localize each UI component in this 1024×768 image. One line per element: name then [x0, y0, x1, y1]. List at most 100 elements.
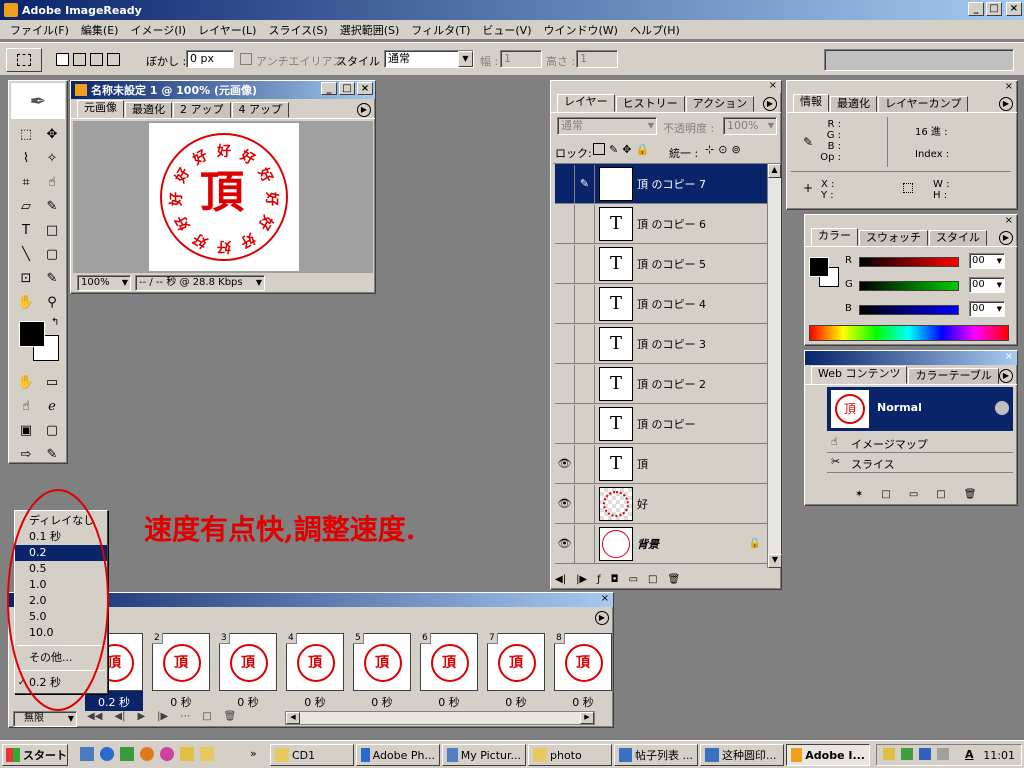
- hand-icon[interactable]: ✋: [15, 291, 37, 313]
- web-new-rollover-icon[interactable]: □: [881, 489, 890, 500]
- delete-layer-icon[interactable]: 🗑: [667, 574, 680, 585]
- layers-tab[interactable]: レイヤー: [557, 94, 615, 112]
- web-tab[interactable]: カラーテーブル: [908, 368, 999, 384]
- layer-row[interactable]: T 頂 のコピー 2: [555, 364, 767, 404]
- visibility-toggle[interactable]: [555, 204, 575, 243]
- download-status-select[interactable]: -- / -- 秒 @ 28.8 Kbps ▼: [135, 275, 265, 291]
- link-toggle[interactable]: [575, 444, 595, 483]
- rectangle-icon[interactable]: □: [41, 219, 63, 241]
- maximize-button[interactable]: □: [986, 2, 1002, 16]
- edit-in-icon[interactable]: ✎: [41, 443, 63, 465]
- prev-frame-icon[interactable]: ◀|: [555, 574, 566, 585]
- animation-menu-icon[interactable]: ▶: [595, 611, 609, 625]
- taskbar-button[interactable]: CD1: [270, 744, 354, 766]
- animation-frame[interactable]: 頂5 0 秒: [353, 633, 411, 711]
- document-tab[interactable]: 2 アップ: [173, 102, 231, 118]
- web-delete-icon[interactable]: 🗑: [964, 489, 977, 500]
- swap-colors-icon[interactable]: ↰: [51, 317, 59, 328]
- slice-select-icon[interactable]: ☝: [41, 171, 63, 193]
- move-icon[interactable]: ✥: [41, 123, 63, 145]
- document-options-icon[interactable]: ▶: [357, 103, 371, 117]
- visibility-toggle[interactable]: [555, 164, 575, 203]
- unify-icons[interactable]: ⊹ ⊙ ⊚: [705, 143, 741, 156]
- frame-delay[interactable]: 0 秒: [152, 694, 210, 710]
- info-menu-icon[interactable]: ▶: [999, 97, 1013, 111]
- new-layer-set-icon[interactable]: ▭: [629, 574, 638, 585]
- messenger-icon[interactable]: [120, 747, 134, 761]
- frame-delay[interactable]: 0 秒: [219, 694, 277, 710]
- taskbar-button[interactable]: 这种圆印...: [700, 744, 784, 766]
- rect-marquee-icon[interactable]: ⬚: [15, 123, 37, 145]
- doc-close-button[interactable]: ×: [357, 82, 373, 95]
- web-close-icon[interactable]: ×: [1005, 351, 1013, 362]
- layer-row[interactable]: T 頂 のコピー: [555, 404, 767, 444]
- frame-delay[interactable]: 0 秒: [487, 694, 545, 710]
- desktop-icon[interactable]: [80, 747, 94, 761]
- color-menu-icon[interactable]: ▶: [999, 231, 1013, 245]
- animation-frame[interactable]: 頂8 0 秒: [554, 633, 612, 711]
- menu-item[interactable]: スライス(S): [262, 22, 333, 38]
- brush-icon[interactable]: ✎: [41, 195, 63, 217]
- menu-item[interactable]: レイヤー(L): [192, 22, 262, 38]
- browser-preview-icon[interactable]: ℯ: [41, 395, 63, 417]
- layers-scrollbar[interactable]: ▲ ▼: [767, 164, 782, 568]
- blue-slider[interactable]: [859, 305, 959, 315]
- firefox-icon[interactable]: [140, 747, 154, 761]
- duplicate-frame-icon[interactable]: □: [202, 711, 211, 722]
- ime-icon[interactable]: [937, 748, 949, 760]
- layer-effects-icon[interactable]: ƒ: [597, 574, 601, 585]
- menu-item[interactable]: ファイル(F): [4, 22, 75, 38]
- brush-icon[interactable]: ✎: [575, 164, 595, 203]
- doc-maximize-button[interactable]: □: [339, 82, 355, 95]
- web-select-icon[interactable]: ✶: [855, 489, 863, 500]
- link-toggle[interactable]: [575, 364, 595, 403]
- jump-to-photoshop-icon[interactable]: ⇨: [15, 443, 37, 465]
- document-tab[interactable]: 4 アップ: [231, 102, 289, 118]
- red-slider[interactable]: [859, 257, 959, 267]
- animation-frame[interactable]: 頂6 0 秒: [420, 633, 478, 711]
- visibility-toggle[interactable]: [555, 244, 575, 283]
- eye-icon[interactable]: 👁: [555, 524, 575, 563]
- line-icon[interactable]: ╲: [15, 243, 37, 265]
- link-toggle[interactable]: [575, 484, 595, 523]
- new-layer-icon[interactable]: □: [648, 574, 657, 585]
- menu-item[interactable]: ヘルプ(H): [624, 22, 686, 38]
- menu-item[interactable]: 選択範囲(S): [334, 22, 406, 38]
- foreground-color-swatch[interactable]: [19, 321, 45, 347]
- document-canvas-area[interactable]: 好好好好好好好好好好好好 頂: [73, 121, 373, 273]
- selection-mode-icons[interactable]: [56, 53, 120, 66]
- visibility-toggle[interactable]: [555, 404, 575, 443]
- eyedropper-tool-icon[interactable]: ✎: [41, 267, 63, 289]
- frame-delay[interactable]: 0 秒: [353, 694, 411, 710]
- link-toggle[interactable]: [575, 404, 595, 443]
- green-slider[interactable]: [859, 281, 959, 291]
- layer-row[interactable]: 👁 好: [555, 484, 767, 524]
- crop-icon[interactable]: ⌗: [15, 171, 37, 193]
- web-imagemap-row[interactable]: ☝ イメージマップ: [827, 433, 1013, 453]
- eye-icon[interactable]: 👁: [555, 444, 575, 483]
- doc-minimize-button[interactable]: _: [321, 82, 337, 95]
- quick-launch-more-icon[interactable]: »: [250, 747, 257, 760]
- animation-frame[interactable]: 頂7 0 秒: [487, 633, 545, 711]
- next-frame-button-icon[interactable]: |▶: [157, 711, 168, 722]
- web-slice-row[interactable]: ✂ スライス: [827, 453, 1013, 473]
- layer-mask-icon[interactable]: ◘: [611, 574, 619, 585]
- opacity-input[interactable]: 100% ▼: [723, 117, 777, 135]
- fullscreen-mode-icon[interactable]: ▢: [41, 419, 63, 441]
- blend-mode-select[interactable]: 通常 ▼: [557, 117, 657, 135]
- play-icon[interactable]: ▶: [137, 711, 145, 722]
- pencil-icon[interactable]: [180, 747, 194, 761]
- menu-item[interactable]: 編集(E): [75, 22, 125, 38]
- animation-scrollbar[interactable]: ◀ ▶: [285, 711, 595, 725]
- eye-icon[interactable]: 👁: [555, 484, 575, 523]
- magic-wand-icon[interactable]: ✧: [41, 147, 63, 169]
- zoom-icon[interactable]: ⚲: [41, 291, 63, 313]
- zoom-select[interactable]: 100% ▼: [77, 275, 131, 291]
- animation-frame[interactable]: 頂4 0 秒: [286, 633, 344, 711]
- tween-icon[interactable]: ⋯: [180, 711, 190, 722]
- web-folder-icon[interactable]: ▭: [909, 489, 918, 500]
- lock-icons[interactable]: ✎ ✥ 🔒: [593, 143, 649, 156]
- link-toggle[interactable]: [575, 244, 595, 283]
- volume-icon[interactable]: [883, 748, 895, 760]
- menu-item[interactable]: イメージ(I): [124, 22, 192, 38]
